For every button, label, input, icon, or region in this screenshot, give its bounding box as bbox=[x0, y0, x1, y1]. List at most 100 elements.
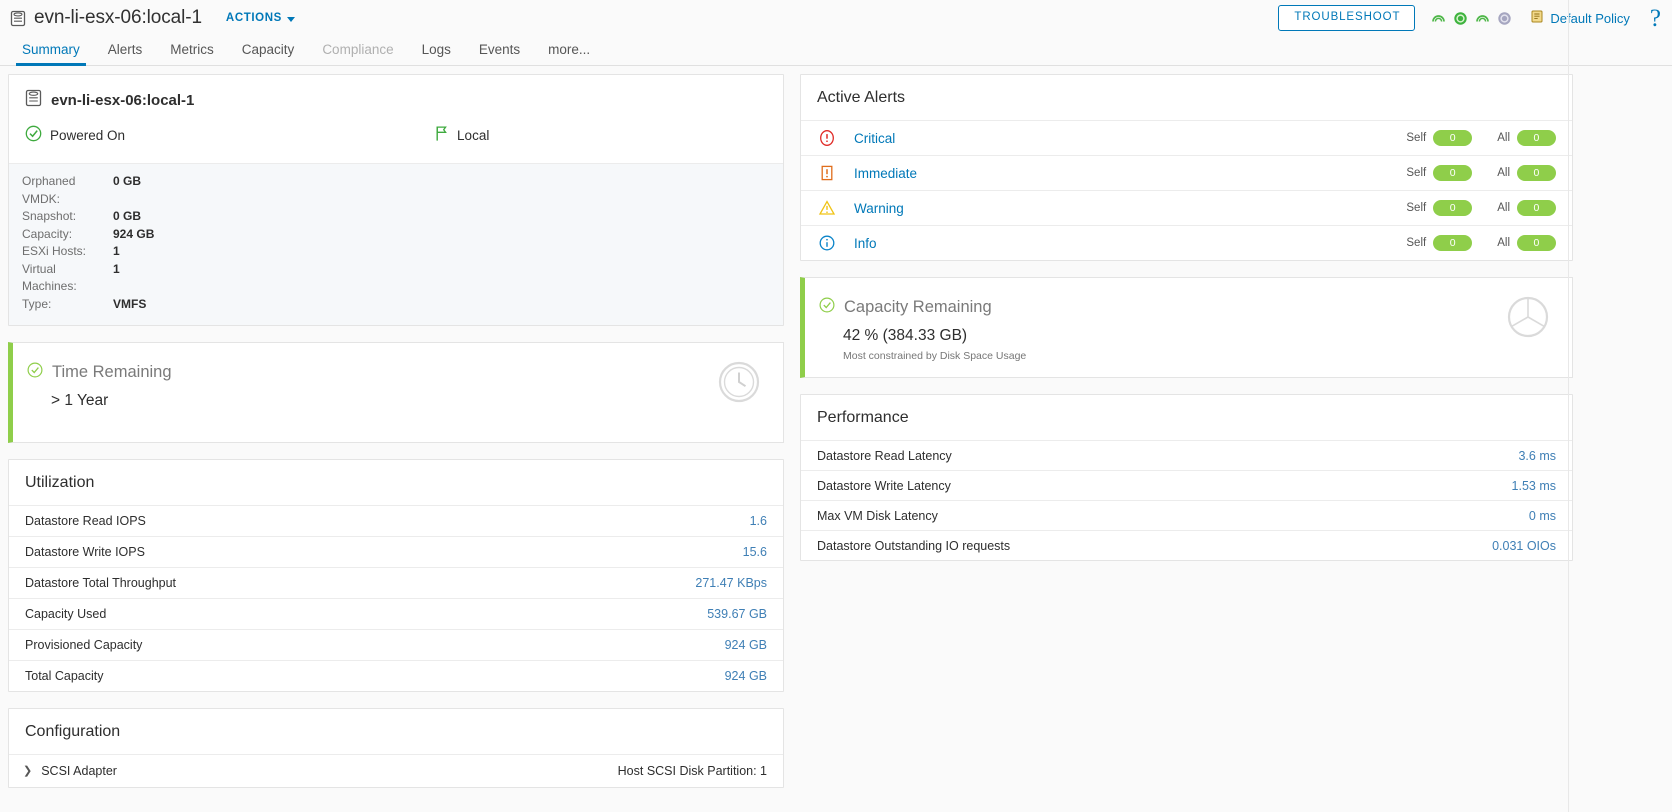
datastore-icon bbox=[10, 10, 26, 27]
alert-row-critical[interactable]: Critical Self 0 All 0 bbox=[801, 120, 1572, 155]
risk-badge[interactable] bbox=[1453, 11, 1468, 26]
alert-label[interactable]: Critical bbox=[854, 131, 895, 146]
status-badge[interactable]: 0 bbox=[1517, 235, 1556, 251]
tab-more[interactable]: more... bbox=[534, 42, 604, 65]
table-row[interactable]: Datastore Total Throughput 271.47 KBps bbox=[9, 567, 783, 598]
metric-name: Max VM Disk Latency bbox=[817, 508, 938, 523]
metric-value[interactable]: 1.6 bbox=[750, 514, 767, 528]
warning-icon bbox=[817, 199, 837, 217]
location-label: Local bbox=[457, 127, 490, 143]
object-name-row: evn-li-esx-06:local-1 bbox=[25, 89, 767, 111]
chevron-right-icon[interactable]: ❯ bbox=[23, 765, 32, 777]
alert-row-immediate[interactable]: Immediate Self 0 All 0 bbox=[801, 155, 1572, 190]
property-value: 1 bbox=[113, 244, 120, 258]
metric-value[interactable]: 1.53 ms bbox=[1512, 479, 1556, 493]
metric-value[interactable]: 3.6 ms bbox=[1518, 449, 1556, 463]
alert-label[interactable]: Immediate bbox=[854, 166, 917, 181]
metric-value[interactable]: 0.031 OIOs bbox=[1492, 539, 1556, 553]
tab-events[interactable]: Events bbox=[465, 42, 534, 65]
property-row: Snapshot: 0 GB bbox=[22, 208, 767, 226]
right-column: Active Alerts Critical Self 0 All 0 Imme… bbox=[800, 74, 1573, 577]
tab-summary[interactable]: Summary bbox=[8, 42, 94, 66]
critical-icon bbox=[817, 129, 837, 147]
object-name: evn-li-esx-06:local-1 bbox=[51, 91, 195, 109]
performance-card: Performance Datastore Read Latency 3.6 m… bbox=[800, 394, 1573, 561]
time-remaining-title: Time Remaining bbox=[52, 363, 172, 381]
metric-value[interactable]: 924 GB bbox=[725, 669, 767, 683]
metric-value[interactable]: 15.6 bbox=[743, 545, 767, 559]
property-row: ESXi Hosts: 1 bbox=[22, 243, 767, 261]
metric-value[interactable]: 539.67 GB bbox=[707, 607, 767, 621]
table-row[interactable]: Datastore Outstanding IO requests 0.031 … bbox=[801, 530, 1572, 560]
property-key: ESXi Hosts: bbox=[22, 244, 87, 258]
status-badge[interactable]: 0 bbox=[1433, 200, 1473, 216]
power-state: Powered On bbox=[25, 125, 125, 145]
summary-content: evn-li-esx-06:local-1 Powered On Local O… bbox=[0, 66, 1673, 804]
status-badge[interactable]: 0 bbox=[1517, 165, 1556, 181]
self-label: Self bbox=[1406, 167, 1427, 179]
efficiency-badge[interactable] bbox=[1475, 11, 1490, 26]
flag-icon bbox=[435, 125, 449, 145]
property-value: 1 bbox=[113, 261, 120, 276]
status-badge[interactable]: 0 bbox=[1433, 235, 1473, 251]
object-status-row: Powered On Local bbox=[25, 125, 767, 163]
alert-row-info[interactable]: Info Self 0 All 0 bbox=[801, 225, 1572, 260]
configuration-title: Configuration bbox=[25, 723, 121, 740]
utilization-card: Utilization Datastore Read IOPS 1.6 Data… bbox=[8, 459, 784, 692]
clock-icon bbox=[718, 361, 760, 408]
alert-label[interactable]: Warning bbox=[854, 201, 904, 216]
status-badge[interactable]: 0 bbox=[1433, 165, 1473, 181]
compliance-badge[interactable] bbox=[1497, 11, 1512, 26]
property-row: Orphaned VMDK: 0 GB bbox=[22, 173, 767, 208]
actions-menu-button[interactable]: ACTIONS bbox=[226, 12, 295, 24]
property-row: Type: VMFS bbox=[22, 296, 767, 314]
top-bar: evn-li-esx-06:local-1 ACTIONS TROUBLESHO… bbox=[0, 0, 1673, 36]
time-remaining-value: > 1 Year bbox=[51, 392, 109, 409]
table-row[interactable]: Provisioned Capacity 924 GB bbox=[9, 629, 783, 660]
capacity-remaining-card: Capacity Remaining 42 % (384.33 GB) Most… bbox=[800, 277, 1573, 378]
policy-label: Default Policy bbox=[1550, 10, 1630, 26]
property-value: 0 GB bbox=[113, 209, 142, 223]
tab-metrics[interactable]: Metrics bbox=[156, 42, 228, 65]
tab-logs[interactable]: Logs bbox=[408, 42, 465, 65]
table-row[interactable]: Datastore Write IOPS 15.6 bbox=[9, 536, 783, 567]
table-row[interactable]: Capacity Used 539.67 GB bbox=[9, 598, 783, 629]
table-row[interactable]: Datastore Read IOPS 1.6 bbox=[9, 505, 783, 536]
health-badge[interactable] bbox=[1431, 11, 1446, 26]
alert-row-warning[interactable]: Warning Self 0 All 0 bbox=[801, 190, 1572, 225]
property-value: 924 GB bbox=[113, 226, 155, 241]
tab-compliance: Compliance bbox=[322, 42, 394, 57]
active-alerts-card: Active Alerts Critical Self 0 All 0 Imme… bbox=[800, 74, 1573, 261]
property-value: VMFS bbox=[113, 296, 147, 311]
metric-value[interactable]: 924 GB bbox=[725, 638, 767, 652]
object-summary-card: evn-li-esx-06:local-1 Powered On Local O… bbox=[8, 74, 784, 326]
panel-divider bbox=[1568, 0, 1569, 812]
table-row[interactable]: Datastore Read Latency 3.6 ms bbox=[801, 440, 1572, 470]
property-key: Virtual Machines: bbox=[22, 261, 77, 294]
troubleshoot-button[interactable]: TROUBLESHOOT bbox=[1278, 5, 1416, 31]
status-badge[interactable]: 0 bbox=[1517, 130, 1556, 146]
tab-alerts[interactable]: Alerts bbox=[94, 42, 157, 65]
table-row[interactable]: Datastore Write Latency 1.53 ms bbox=[801, 470, 1572, 500]
metric-value[interactable]: 0 ms bbox=[1529, 509, 1556, 523]
list-item[interactable]: ❯ SCSI Adapter Host SCSI Disk Partition:… bbox=[9, 754, 783, 787]
capacity-remaining-subtext: Most constrained by Disk Space Usage bbox=[843, 350, 1027, 362]
alert-self-count: Self 0 bbox=[1406, 130, 1473, 146]
policy-link[interactable]: Default Policy bbox=[1530, 9, 1630, 27]
policy-scroll-icon bbox=[1530, 9, 1545, 27]
property-row: Virtual Machines: 1 bbox=[22, 261, 767, 296]
status-badge[interactable]: 0 bbox=[1517, 200, 1556, 216]
help-icon[interactable]: ? bbox=[1650, 6, 1661, 31]
tab-capacity[interactable]: Capacity bbox=[228, 42, 309, 65]
metric-name: Datastore Write Latency bbox=[817, 478, 951, 493]
metric-name: Datastore Outstanding IO requests bbox=[817, 538, 1011, 553]
table-row[interactable]: Max VM Disk Latency 0 ms bbox=[801, 500, 1572, 530]
active-alerts-title: Active Alerts bbox=[817, 89, 906, 106]
metric-value[interactable]: 271.47 KBps bbox=[695, 576, 767, 590]
status-badge[interactable]: 0 bbox=[1433, 130, 1473, 146]
self-label: Self bbox=[1406, 132, 1427, 144]
property-key: Capacity: bbox=[22, 226, 73, 241]
table-row[interactable]: Total Capacity 924 GB bbox=[9, 660, 783, 691]
alert-label[interactable]: Info bbox=[854, 236, 877, 251]
tab-bar: Summary Alerts Metrics Capacity Complian… bbox=[0, 36, 1673, 66]
